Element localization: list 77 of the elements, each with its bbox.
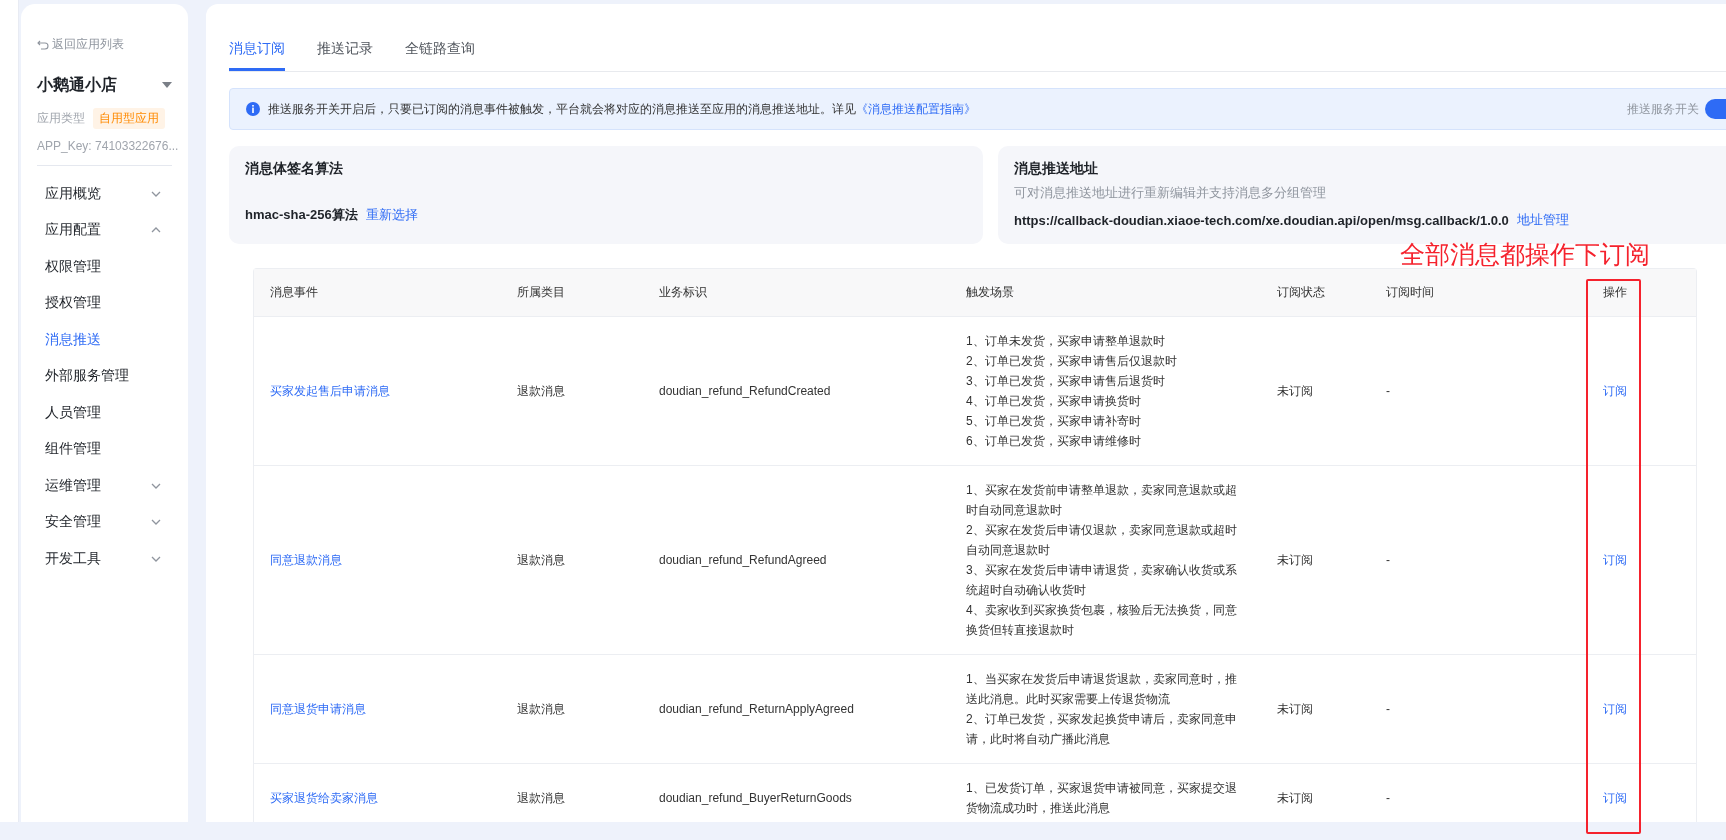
table-cell-text: doudian_refund_RefundCreated <box>658 384 832 398</box>
info-icon <box>246 102 260 116</box>
scenario-text: 1、已发货订单，买家退货申请被同意，买家提交退货物流成功时，推送此消息 <box>966 780 1238 817</box>
column-header: 业务标识 <box>658 284 708 301</box>
event-link[interactable]: 同意退货申请消息 <box>254 700 501 718</box>
event-link[interactable]: 同意退款消息 <box>254 551 501 569</box>
algorithm-value: hmac-sha-256算法 <box>245 206 358 224</box>
app-type-label: 应用类型 <box>37 109 85 127</box>
table-cell-text: 退款消息 <box>516 700 566 718</box>
address-manage-link[interactable]: 地址管理 <box>1516 211 1569 229</box>
scenario-text: 4、卖家收到买家换货包裹，核验后无法换货，同意换货但转直接退款时 <box>966 602 1238 639</box>
column-header: 所属类目 <box>516 284 566 301</box>
scenario-text: 5、订单已发货，买家申请补寄时 <box>966 413 1142 430</box>
scenario-text: 1、订单未发货，买家申请整单退款时 <box>966 333 1166 350</box>
menu-item[interactable]: 授权管理 <box>37 285 172 322</box>
scenario-text: 3、订单已发货，买家申请售后退货时 <box>966 373 1166 390</box>
table-cell-text: - <box>1385 553 1391 567</box>
tab[interactable]: 推送记录 <box>317 40 373 71</box>
menu-item[interactable]: 权限管理 <box>37 248 172 285</box>
subscribe-link[interactable]: 订阅 <box>1603 790 1627 805</box>
scenario-text: 2、买家在发货后申请仅退款，卖家同意退款或超时自动同意退款时 <box>966 522 1238 559</box>
scenario-text: 1、买家在发货前申请整单退款，卖家同意退款或超时自动同意退款时 <box>966 482 1238 519</box>
column-header: 订阅时间 <box>1385 284 1435 301</box>
menu-item[interactable]: 外部服务管理 <box>37 358 172 395</box>
menu-item[interactable]: 运维管理 <box>37 467 172 504</box>
menu-item[interactable]: 组件管理 <box>37 431 172 468</box>
annotation-text: 全部消息都操作下订阅 <box>1400 239 1650 270</box>
menu-item[interactable]: 应用配置 <box>37 212 172 249</box>
app-key: APP_Key: 74103322676... <box>37 138 179 153</box>
table-cell-text: 未订阅 <box>1276 382 1314 400</box>
menu-item[interactable]: 人员管理 <box>37 394 172 431</box>
table-cell-text: 未订阅 <box>1276 700 1314 718</box>
menu-item[interactable]: 开发工具 <box>37 540 172 577</box>
guide-link[interactable]: 《消息推送配置指南》 <box>856 101 976 116</box>
table-cell-text: - <box>1385 791 1391 805</box>
menu-item[interactable]: 安全管理 <box>37 504 172 541</box>
switch-label: 推送服务开关 <box>1627 100 1699 118</box>
back-link[interactable]: 返回应用列表 <box>37 36 124 53</box>
back-icon <box>37 38 49 51</box>
column-header: 订阅状态 <box>1276 284 1326 301</box>
table-cell-text: 未订阅 <box>1276 789 1314 807</box>
event-link[interactable]: 买家退货给卖家消息 <box>254 789 501 807</box>
card-description: 可对消息推送地址进行重新编辑并支持消息多分组管理 <box>1014 184 1327 202</box>
dropdown-icon[interactable] <box>162 82 172 88</box>
table-cell-text: doudian_refund_ReturnApplyAgreed <box>658 702 855 716</box>
table-cell-text: doudian_refund_BuyerReturnGoods <box>658 791 853 805</box>
scenario-text: 6、订单已发货，买家申请维修时 <box>966 433 1142 450</box>
table-cell-text: - <box>1385 384 1391 398</box>
table-cell-text: 退款消息 <box>516 382 566 400</box>
column-header: 操作 <box>1602 284 1628 301</box>
table-cell-text: doudian_refund_RefundAgreed <box>658 553 828 567</box>
table-cell-text: - <box>1385 702 1391 716</box>
scenario-text: 2、订单已发货，买家发起换货申请后，卖家同意申请，此时将自动广播此消息 <box>966 711 1238 748</box>
column-header: 消息事件 <box>269 284 319 301</box>
notice-text: 推送服务开关开启后，只要已订阅的消息事件被触发，平台就会将对应的消息推送至应用的消息推送地址。详见《消息推送配置指南》 <box>268 100 977 118</box>
tab[interactable]: 消息订阅 <box>229 40 285 71</box>
event-link[interactable]: 买家发起售后申请消息 <box>254 382 501 400</box>
menu-item[interactable]: 应用概览 <box>37 175 172 212</box>
table-cell-text: 退款消息 <box>516 789 566 807</box>
scenario-text: 1、当买家在发货后申请退货退款，卖家同意时，推送此消息。此时买家需要上传退货物流 <box>966 671 1238 708</box>
menu-item[interactable]: 消息推送 <box>37 321 172 358</box>
table-cell-text: 退款消息 <box>516 551 566 569</box>
push-url: https://callback-doudian.xiaoe-tech.com/xe.doudian.api/open/msg.callback/1.0.0 <box>1014 212 1509 228</box>
card-title: 消息推送地址 <box>1014 160 1099 178</box>
tab[interactable]: 全链路查询 <box>405 40 475 71</box>
card-title: 消息体签名算法 <box>245 160 344 178</box>
scenario-text: 3、买家在发货后申请申请退货，卖家确认收货或系统超时自动确认收货时 <box>966 562 1238 599</box>
shop-name: 小鹅通小店 <box>37 74 117 95</box>
reselect-link[interactable]: 重新选择 <box>365 206 418 224</box>
column-header: 触发场景 <box>965 284 1015 301</box>
subscribe-link[interactable]: 订阅 <box>1603 552 1627 567</box>
subscribe-link[interactable]: 订阅 <box>1603 383 1627 398</box>
table-cell-text: 未订阅 <box>1276 551 1314 569</box>
scenario-text: 2、订单已发货，买家申请售后仅退款时 <box>966 353 1178 370</box>
app-type-tag: 自用型应用 <box>93 107 165 129</box>
scenario-text: 4、订单已发货，买家申请换货时 <box>966 393 1142 410</box>
subscribe-link[interactable]: 订阅 <box>1603 701 1627 716</box>
